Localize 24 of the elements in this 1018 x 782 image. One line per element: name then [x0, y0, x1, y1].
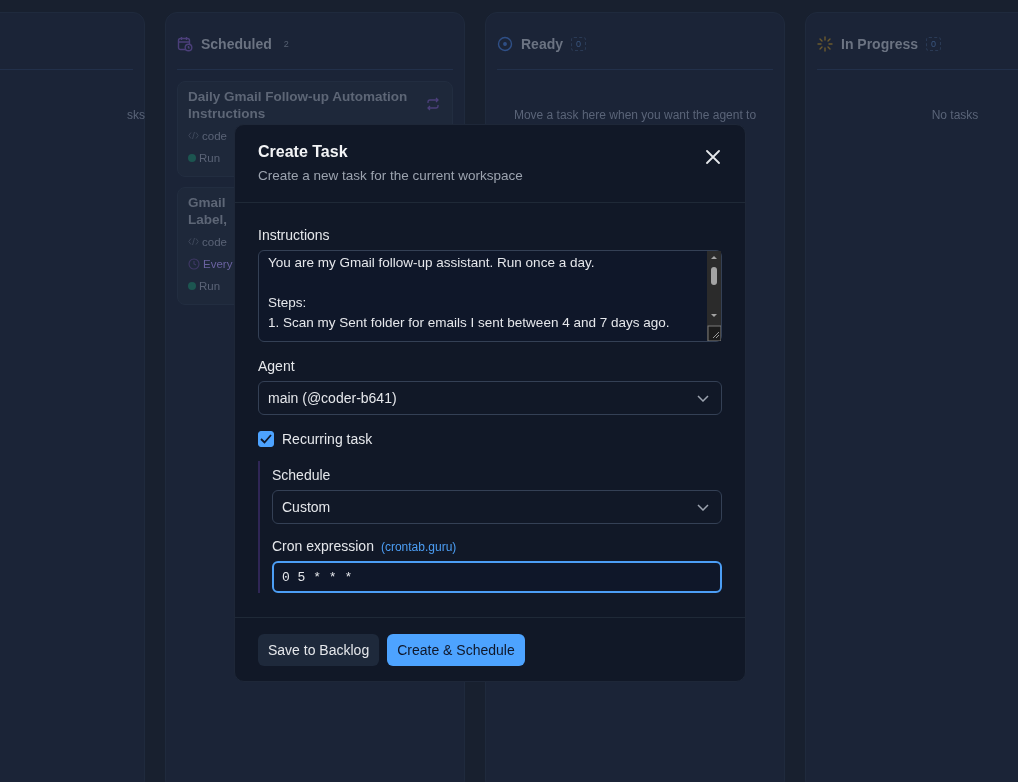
card-meta: Run: [199, 151, 221, 164]
card-title: Label,: [188, 211, 227, 228]
card-title: Daily Gmail Follow-up Automation: [188, 88, 408, 105]
card-meta: code: [202, 235, 227, 248]
card-title: Gmail: [188, 194, 227, 211]
dialog-title: Create Task: [258, 143, 349, 161]
card-meta: Run: [199, 279, 221, 292]
field-label: Schedule: [272, 467, 332, 483]
empty-text: Move a task here when you want the agent to: [512, 108, 758, 122]
column-title: In Progress: [841, 36, 919, 52]
task-count: 0: [926, 37, 942, 51]
empty-text: sks: [126, 108, 145, 122]
field-label: Instructions: [258, 227, 331, 243]
dialog-subtitle: Create a new task for the current workspace: [258, 168, 523, 183]
column-title: Scheduled: [201, 36, 272, 52]
field-label: Cron expression: [272, 538, 374, 554]
task-count: 0: [571, 37, 587, 51]
empty-text: No tasks: [930, 108, 980, 122]
checkbox-label: Recurring task: [282, 431, 373, 447]
card-meta: Every: [203, 257, 233, 270]
column-title: Ready: [521, 36, 564, 52]
card-meta: code: [202, 129, 227, 142]
card-title: Instructions: [188, 105, 267, 122]
field-label: Agent: [258, 358, 296, 374]
